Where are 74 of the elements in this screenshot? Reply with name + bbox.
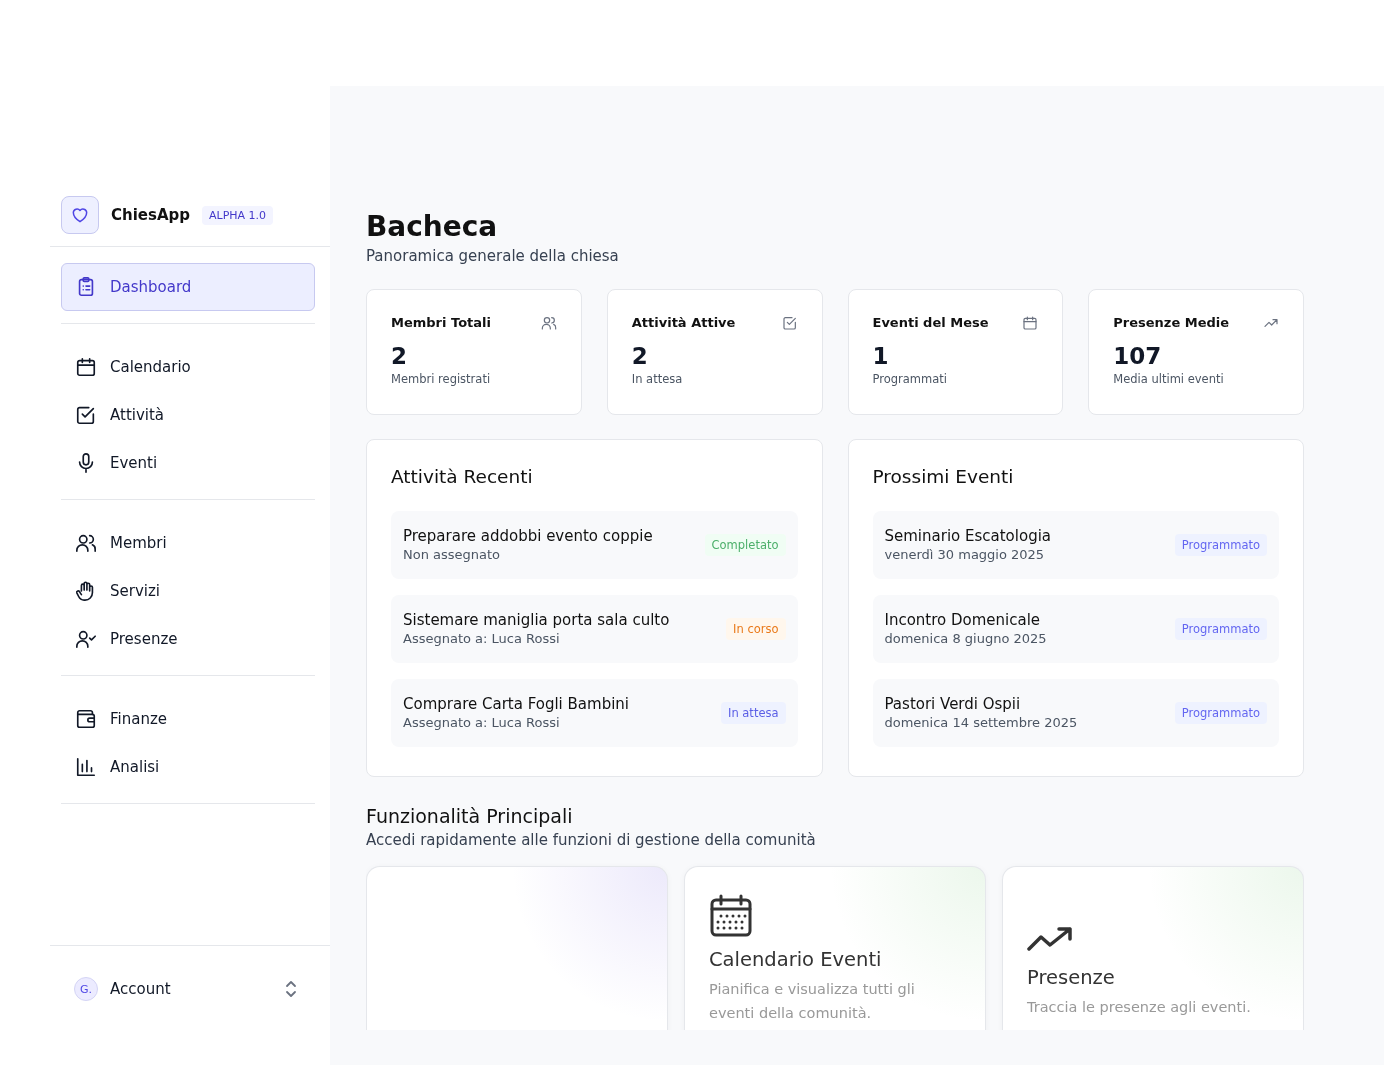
section-subtitle: Accedi rapidamente alle funzioni di gestione della comunità (366, 830, 817, 849)
users-icon (540, 314, 557, 331)
item-subtitle: domenica 14 settembre 2025 (884, 715, 1079, 731)
item-title: Sistemare maniglia porta sala culto (403, 611, 671, 630)
status-badge: In attesa (721, 701, 786, 724)
item-title: Preparare addobbi evento coppie (403, 527, 654, 546)
status-badge: In corso (726, 617, 786, 640)
account-label[interactable]: Account (110, 980, 271, 998)
stat-label: Membri Totali (391, 315, 491, 331)
status-badge: Completato (704, 533, 786, 556)
stat-value: 2 (391, 342, 408, 371)
stat-value: 1 (872, 342, 890, 371)
item-title: Comprare Carta Fogli Bambini (403, 695, 630, 714)
item-subtitle: Non assegnato (403, 547, 502, 563)
feature-title: Presenze (1027, 965, 1116, 989)
list-item[interactable]: Comprare Carta Fogli Bambini Assegnato a: Luca Rossi In attesa (391, 678, 798, 747)
app-name: ChiesApp (111, 206, 190, 224)
list-item[interactable]: Preparare addobbi evento coppie Non assegnato Completato (391, 510, 798, 579)
nav-item[interactable]: Analisi (61, 745, 315, 789)
page-subtitle: Panoramica generale della chiesa (366, 246, 620, 265)
nav-item[interactable]: Eventi (61, 441, 315, 485)
status-badge: Programmato (1174, 617, 1267, 640)
feature-title: Calendario Eventi (709, 947, 883, 971)
nav-item[interactable]: Dashboard (61, 263, 315, 311)
stat-label: Presenze Medie (1113, 315, 1230, 331)
stat-label: Attività Attive (631, 315, 736, 331)
status-badge: Programmato (1174, 701, 1267, 724)
list-item[interactable]: Pastori Verdi Ospii domenica 14 settembre 2025 Programmato (872, 678, 1279, 747)
users-icon (75, 532, 97, 554)
list-item[interactable]: Sistemare maniglia porta sala culto Assegnato a: Luca Rossi In corso (391, 594, 798, 663)
list-item[interactable]: Seminario Escatologia venerdì 30 maggio 2025 Programmato (872, 510, 1279, 579)
status-badge: Programmato (1174, 533, 1267, 556)
item-title: Pastori Verdi Ospii (884, 695, 1022, 714)
nav-item[interactable]: Presenze (61, 617, 315, 661)
stat-label: Eventi del Mese (872, 315, 989, 331)
nav-item[interactable]: Attività (61, 393, 315, 437)
nav-item[interactable]: Membri (61, 521, 315, 565)
nav-item[interactable]: Calendario (61, 345, 315, 389)
heart-icon (70, 205, 90, 225)
calendar-icon (1022, 314, 1039, 331)
checkbox-icon (75, 404, 97, 426)
bar-chart-icon (75, 756, 97, 778)
calendar-icon (75, 356, 97, 378)
item-subtitle: Assegnato a: Luca Rossi (403, 715, 561, 731)
nav-item[interactable]: Finanze (61, 697, 315, 741)
section-title: Funzionalità Principali (366, 804, 574, 827)
stat-note: In attesa (631, 372, 684, 387)
item-subtitle: domenica 8 giugno 2025 (884, 631, 1048, 647)
stat-note: Membri registrati (391, 372, 492, 387)
stat-note: Programmati (872, 372, 948, 387)
stat-note: Media ultimi eventi (1113, 372, 1225, 387)
feature-card[interactable]: Calendario Eventi Pianifica e visualizza tutti gli eventi della comunità. (684, 865, 986, 1030)
stat-value: 107 (1113, 342, 1163, 371)
item-title: Seminario Escatologia (884, 527, 1053, 546)
feature-description: Pianifica e visualizza tutti gli eventi della comunità. (709, 979, 916, 1023)
trend-up-icon (1027, 925, 1073, 952)
calendar-icon (709, 893, 753, 938)
avatar: G. (74, 977, 98, 1001)
panel-title: Attività Recenti (391, 465, 534, 487)
page-title: Bacheca (366, 212, 499, 243)
item-title: Incontro Domenicale (884, 611, 1042, 630)
wallet-icon (75, 708, 97, 730)
list-item[interactable]: Incontro Domenicale domenica 8 giugno 2025 Programmato (872, 594, 1279, 663)
item-subtitle: venerdì 30 maggio 2025 (884, 547, 1046, 563)
feature-card[interactable]: Presenze Traccia le presenze agli eventi. (1002, 865, 1304, 1030)
chevron-up-down-icon[interactable] (283, 980, 299, 998)
feature-description: Traccia le presenze agli eventi. (1027, 997, 1252, 1017)
version-badge: ALPHA 1.0 (202, 205, 274, 225)
checkbox-icon (781, 314, 798, 331)
nav-item[interactable]: Servizi (61, 569, 315, 613)
panel-title: Prossimi Eventi (872, 465, 1015, 487)
stat-value: 2 (631, 342, 649, 371)
item-subtitle: Assegnato a: Luca Rossi (403, 631, 561, 647)
user-check-icon (75, 628, 97, 650)
